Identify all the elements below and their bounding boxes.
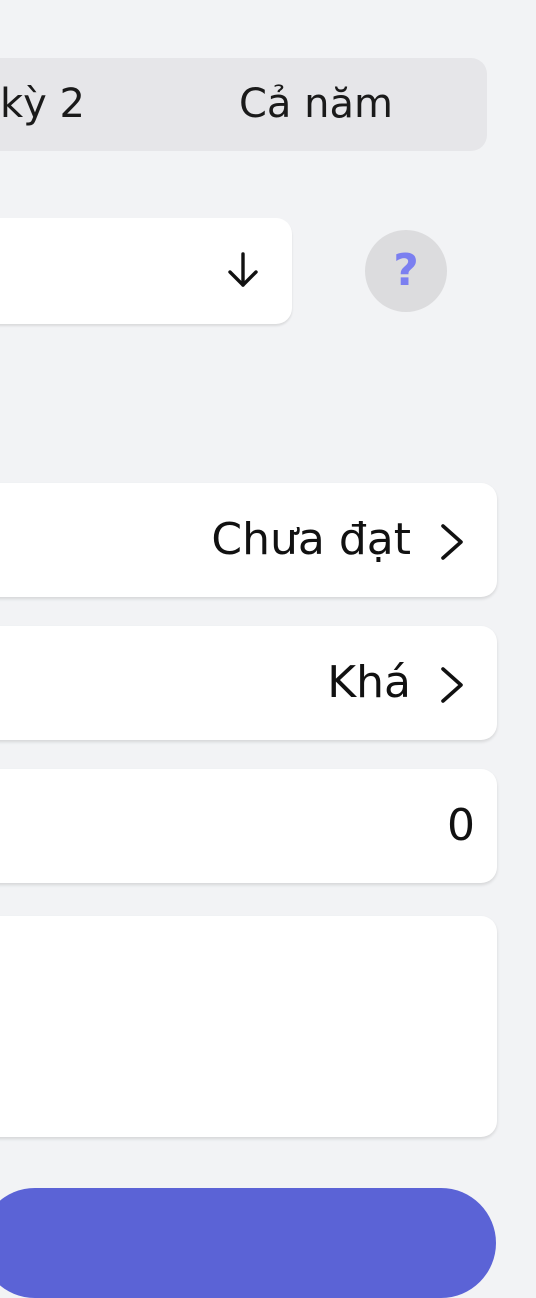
number-value: 0	[447, 800, 475, 851]
list-item-grade-2[interactable]: Khá	[0, 626, 497, 740]
period-segmented-control: kỳ 2 Cả năm	[0, 58, 487, 151]
row-value: Khá	[327, 657, 411, 708]
help-button[interactable]: ?	[365, 230, 447, 312]
segment-term-2[interactable]: kỳ 2	[0, 58, 85, 151]
chevron-right-icon	[441, 524, 463, 560]
submit-button[interactable]	[0, 1188, 496, 1298]
row-value: Chưa đạt	[211, 514, 411, 565]
segment-full-year[interactable]: Cả năm	[239, 58, 393, 151]
arrow-down-icon	[228, 252, 258, 287]
comment-textarea[interactable]	[0, 916, 497, 1137]
number-input-row[interactable]: 0	[0, 769, 497, 883]
chevron-right-icon	[441, 667, 463, 703]
dropdown-select[interactable]	[0, 218, 292, 324]
list-item-grade-1[interactable]: Chưa đạt	[0, 483, 497, 597]
